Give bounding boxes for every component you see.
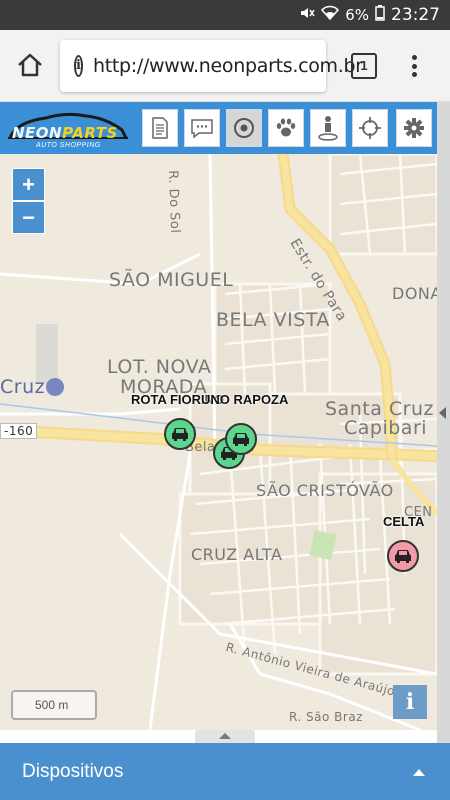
logo-text: NEONPARTS [12, 124, 118, 142]
vehicle-label[interactable]: UNO RAPOZA [201, 393, 288, 407]
chat-icon [191, 119, 213, 139]
battery-percent: 6% [345, 6, 369, 24]
gear-icon [404, 118, 424, 138]
zoom-in-button[interactable]: + [12, 168, 45, 201]
address-bar[interactable]: i http://www.neonparts.com.br [60, 40, 363, 92]
devices-title: Dispositivos [22, 761, 124, 782]
vehicle-marker[interactable] [225, 423, 257, 455]
label-sao-braz: R. São Braz [289, 710, 363, 724]
caret-up-icon [413, 769, 425, 776]
vehicle-marker[interactable] [387, 540, 419, 572]
label-sao-cristovao: SÃO CRISTÓVÃO [256, 481, 394, 500]
label-lot-nova: LOT. NOVA [107, 356, 212, 378]
label-bela-vista: BELA VISTA [216, 309, 330, 331]
report-button[interactable] [142, 109, 178, 147]
zoom-out-button[interactable]: − [12, 201, 45, 234]
tab-switcher-button[interactable]: 1 [351, 53, 377, 79]
label-br160: -160 [0, 423, 38, 439]
map-scale: 500 m [11, 690, 97, 720]
wifi-icon [321, 5, 340, 25]
bottom-panel-handle[interactable] [195, 730, 255, 743]
paw-icon [276, 118, 296, 137]
label-cruz-alta: CRUZ ALTA [191, 545, 283, 564]
vehicle-marker[interactable] [164, 418, 196, 450]
label-dona: DONA [392, 284, 437, 303]
document-icon [152, 117, 168, 139]
tracking-history-button[interactable] [268, 109, 304, 147]
label-sao-miguel: SÃO MIGUEL [109, 269, 234, 291]
chevron-left-icon [439, 407, 446, 419]
map-view[interactable]: SÃO MIGUEL BELA VISTA LOT. NOVA MORADA C… [0, 154, 437, 730]
home-icon [18, 53, 42, 77]
battery-icon [375, 5, 385, 25]
mute-icon [299, 5, 315, 25]
browser-toolbar: i http://www.neonparts.com.br 1 [0, 30, 450, 102]
car-icon [395, 550, 411, 563]
track-button[interactable] [226, 109, 262, 147]
settings-button[interactable] [396, 109, 432, 147]
logo-subtitle: AUTO SHOPPING [36, 142, 101, 149]
label-cruz: Cruz [0, 376, 46, 398]
my-location-button[interactable] [310, 109, 346, 147]
devices-panel-toggle[interactable]: Dispositivos [0, 743, 450, 800]
target-icon [234, 118, 254, 138]
app-header: NEONPARTS AUTO SHOPPING [0, 102, 437, 154]
label-capibari: Capibari [344, 417, 428, 439]
browser-menu-button[interactable] [404, 52, 424, 80]
url-text[interactable]: http://www.neonparts.com.br [93, 55, 363, 77]
center-map-button[interactable] [352, 109, 388, 147]
side-panel-handle[interactable] [437, 102, 450, 743]
zoom-control: + − [12, 168, 45, 236]
status-bar: 6% 23:27 [0, 0, 450, 30]
person-pin-icon [318, 116, 338, 141]
neonparts-logo[interactable]: NEONPARTS AUTO SHOPPING [6, 108, 130, 150]
chevron-up-icon [219, 733, 231, 739]
home-button[interactable] [14, 50, 46, 82]
clock: 23:27 [391, 5, 440, 25]
messages-button[interactable] [184, 109, 220, 147]
car-icon [233, 433, 249, 446]
poi-icon[interactable] [46, 378, 64, 396]
crosshair-icon [359, 117, 381, 139]
map-info-button[interactable]: i [393, 685, 427, 719]
label-rua-do-sol: R. Do Sol [165, 170, 183, 234]
car-icon [172, 428, 188, 441]
site-info-icon[interactable]: i [74, 55, 83, 77]
vehicle-label[interactable]: CELTA [383, 514, 424, 529]
